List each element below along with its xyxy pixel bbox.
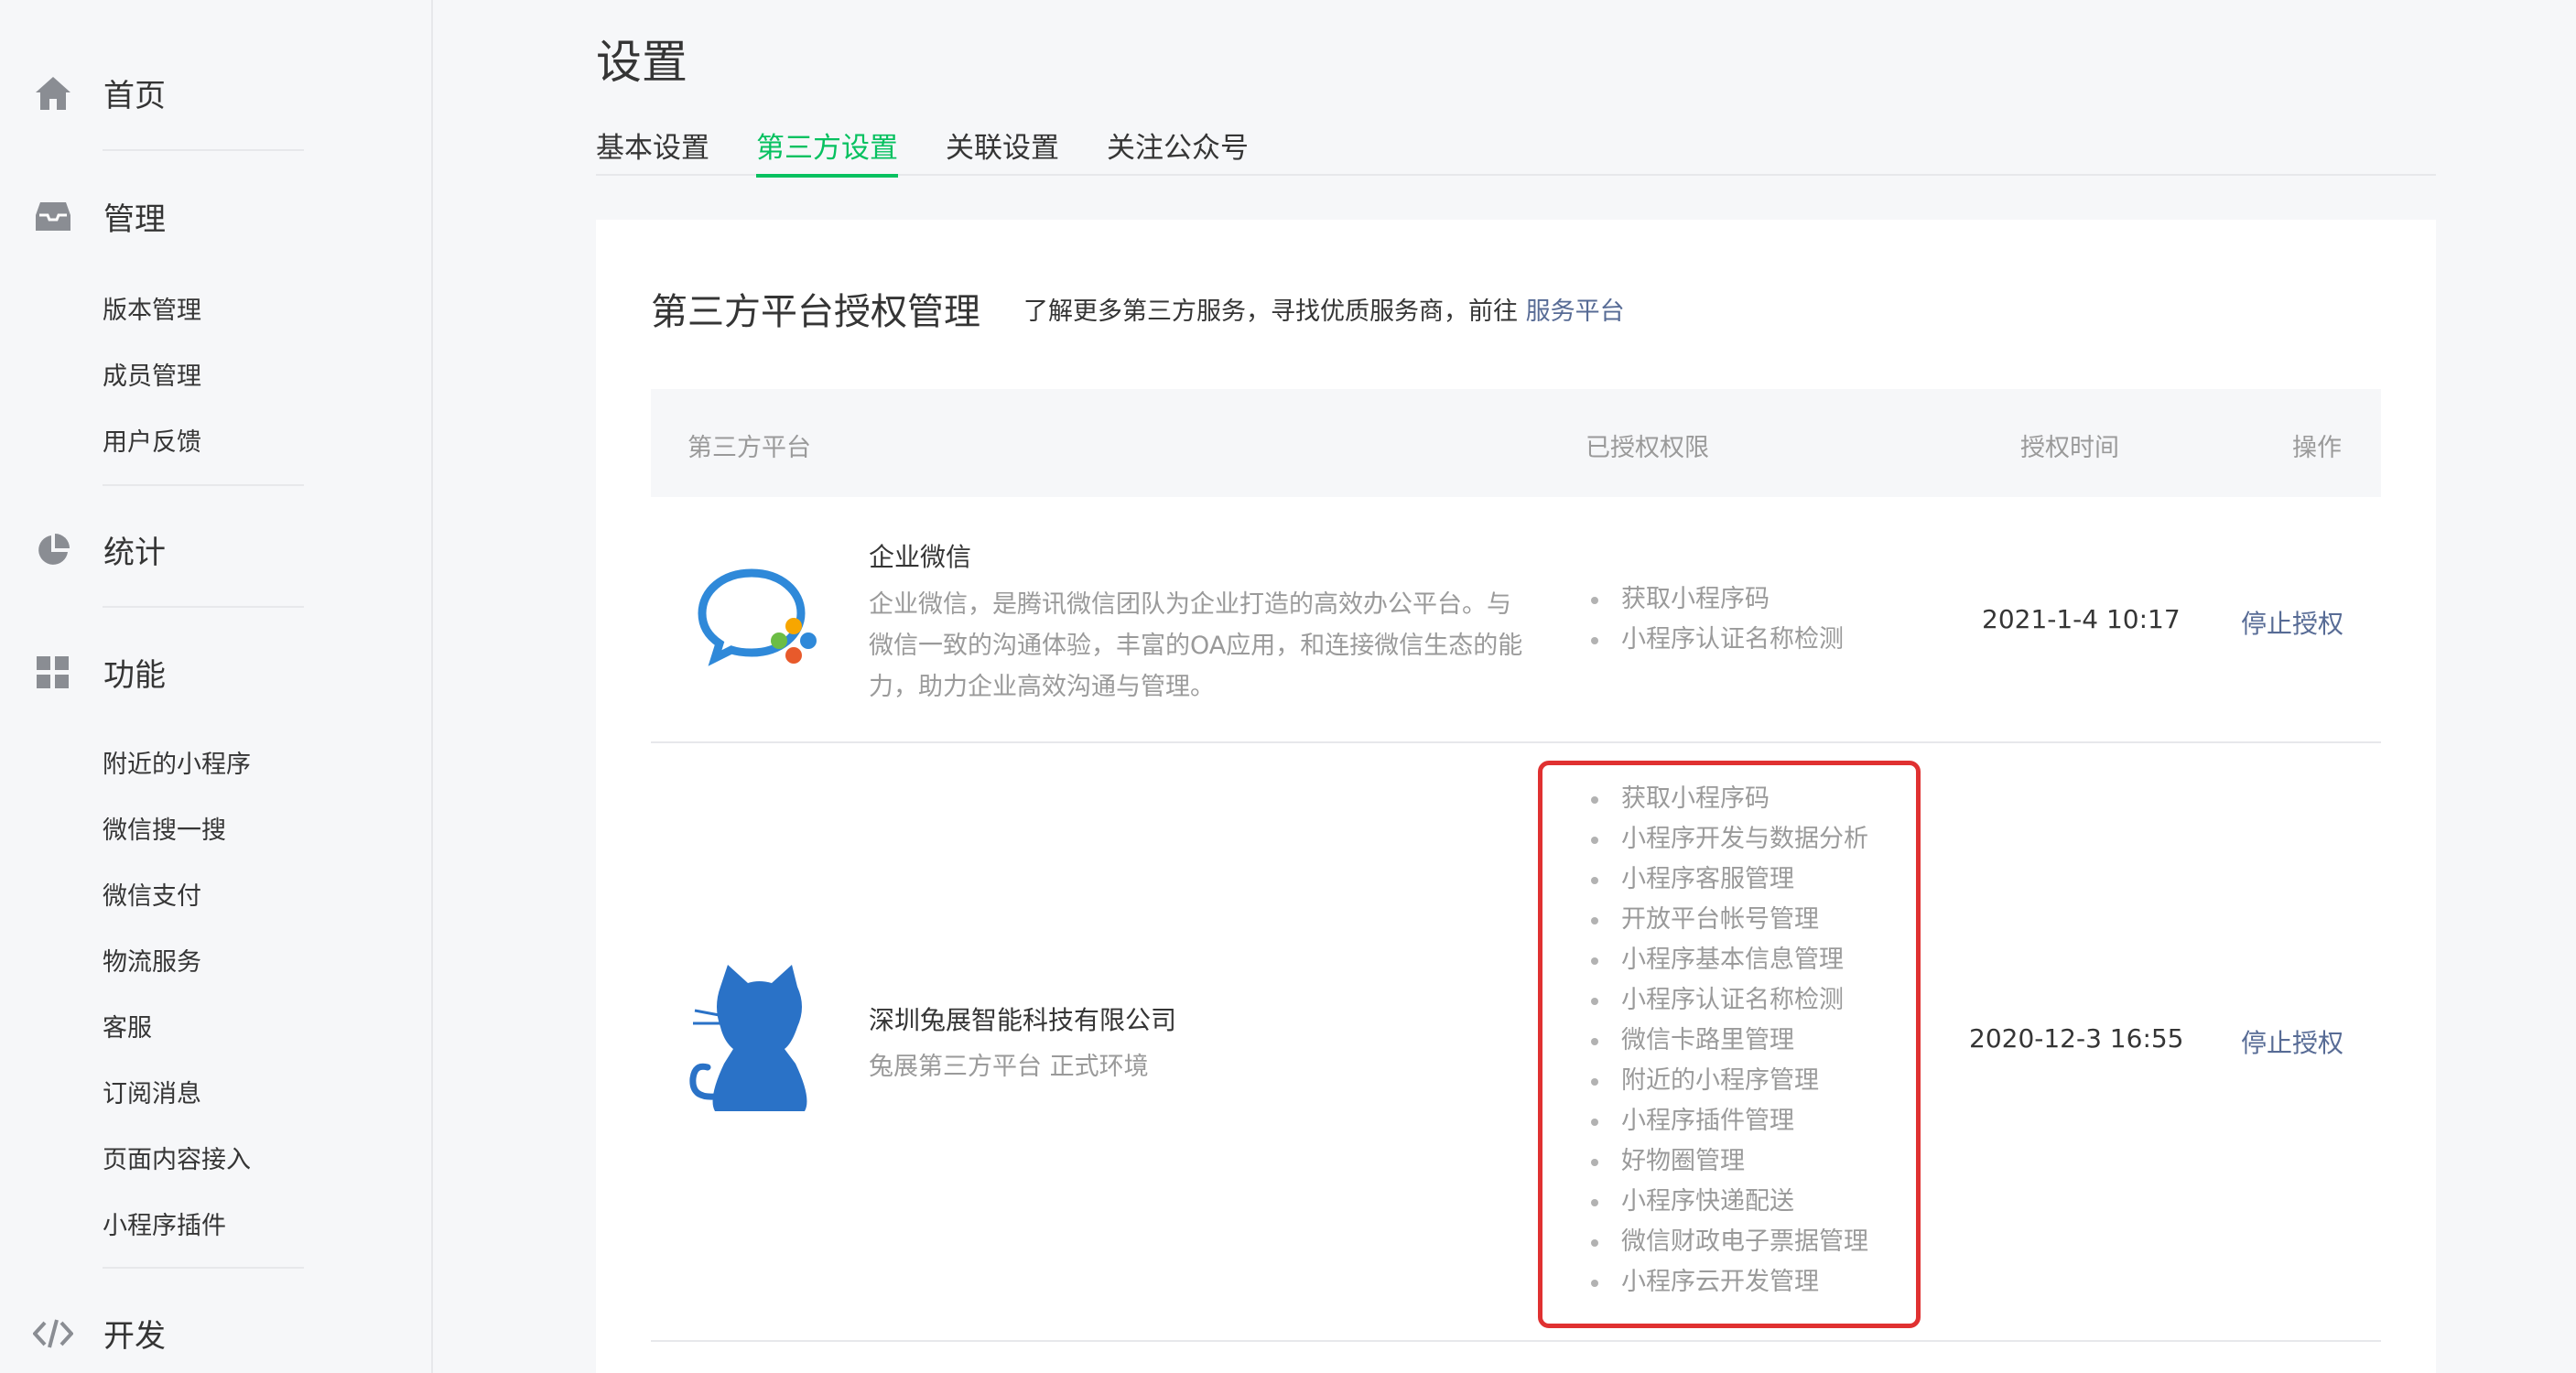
- code-icon: [33, 1314, 73, 1354]
- row1-desc-line: 微信一致的沟通体验，丰富的OA应用，和连接微信生态的能: [869, 632, 1523, 660]
- tab-follow[interactable]: 关注公众号: [1107, 124, 1249, 176]
- perm-item: 微信财政电子票据管理: [1586, 1222, 1868, 1262]
- sidebar-item-feedback[interactable]: 用户反馈: [103, 422, 201, 458]
- nav-home[interactable]: 首页: [33, 70, 166, 115]
- auth-card: 第三方平台授权管理 了解更多第三方服务，寻找优质服务商，前往 服务平台 第三方平…: [596, 220, 2436, 1373]
- nav-dev[interactable]: 开发: [33, 1311, 166, 1356]
- divider: [103, 606, 304, 608]
- sidebar-item-plugin[interactable]: 小程序插件: [103, 1205, 226, 1241]
- tab-related[interactable]: 关联设置: [946, 124, 1059, 176]
- pie-chart-icon: [33, 530, 73, 570]
- perm-item: 获取小程序码: [1586, 779, 1868, 819]
- cat-logo-icon: [684, 961, 830, 1120]
- perm-item: 小程序认证名称检测: [1586, 620, 1844, 660]
- sidebar-item-nearby[interactable]: 附近的小程序: [103, 744, 251, 780]
- divider: [103, 149, 304, 151]
- page-title: 设置: [596, 36, 687, 89]
- th-platform: 第三方平台: [687, 434, 811, 462]
- nav-features-label: 功能: [103, 657, 166, 694]
- row2-desc: 兔展第三方平台 正式环境: [869, 1046, 1149, 1087]
- card-desc: 了解更多第三方服务，寻找优质服务商，前往 服务平台: [1023, 291, 1625, 327]
- row-divider: [651, 741, 2381, 743]
- th-time: 授权时间: [2020, 434, 2119, 462]
- th-perms: 已授权权限: [1586, 434, 1709, 462]
- perm-item: 附近的小程序管理: [1586, 1061, 1868, 1101]
- row1-name: 企业微信: [869, 542, 972, 572]
- divider: [103, 484, 304, 486]
- home-icon: [33, 73, 73, 114]
- row1-perm-list: 获取小程序码 小程序认证名称检测: [1586, 579, 1844, 660]
- inbox-icon: [33, 197, 73, 237]
- tab-basic[interactable]: 基本设置: [596, 124, 709, 176]
- table-header: 第三方平台 已授权权限 授权时间 操作: [651, 389, 2381, 497]
- perm-item: 小程序基本信息管理: [1586, 940, 1868, 980]
- row2-time: 2020-12-3 16:55: [1969, 1023, 2184, 1054]
- nav-stats[interactable]: 统计: [33, 527, 166, 572]
- row2-perm-list: 获取小程序码 小程序开发与数据分析 小程序客服管理 开放平台帐号管理 小程序基本…: [1586, 779, 1868, 1303]
- nav-features[interactable]: 功能: [33, 650, 166, 695]
- perm-item: 小程序插件管理: [1586, 1101, 1868, 1141]
- sidebar-item-service[interactable]: 客服: [103, 1008, 152, 1043]
- row-divider: [651, 1340, 2381, 1342]
- tab-bar: 基本设置 第三方设置 关联设置 关注公众号: [596, 124, 2436, 178]
- row1-stop-auth-button[interactable]: 停止授权: [2241, 604, 2343, 641]
- perm-item: 开放平台帐号管理: [1586, 900, 1868, 940]
- tab-third-party[interactable]: 第三方设置: [756, 124, 898, 178]
- perm-item: 微信卡路里管理: [1586, 1021, 1868, 1061]
- row2-name: 深圳兔展智能科技有限公司: [869, 1005, 1177, 1035]
- perm-item: 获取小程序码: [1586, 579, 1844, 620]
- grid-icon: [33, 653, 73, 693]
- wework-logo-icon: [695, 568, 823, 676]
- sidebar-item-pay[interactable]: 微信支付: [103, 876, 201, 912]
- perm-item: 小程序快递配送: [1586, 1182, 1868, 1222]
- card-desc-text: 了解更多第三方服务，寻找优质服务商，前往: [1023, 297, 1526, 326]
- row1-desc-line: 力，助力企业高效沟通与管理。: [869, 673, 1215, 701]
- perm-item: 小程序云开发管理: [1586, 1262, 1868, 1303]
- perm-item: 好物圈管理: [1586, 1141, 1868, 1182]
- nav-home-label: 首页: [103, 78, 166, 114]
- divider: [103, 1267, 304, 1269]
- sidebar-item-content[interactable]: 页面内容接入: [103, 1140, 251, 1175]
- service-platform-link[interactable]: 服务平台: [1526, 297, 1625, 326]
- sidebar-item-search[interactable]: 微信搜一搜: [103, 810, 226, 846]
- nav-stats-label: 统计: [103, 535, 166, 571]
- sidebar: 首页 管理 版本管理 成员管理 用户反馈 统计 功能 附近的小程序 微信搜一搜 …: [0, 0, 433, 1373]
- sidebar-item-logistics[interactable]: 物流服务: [103, 942, 201, 978]
- perm-item: 小程序客服管理: [1586, 859, 1868, 900]
- row2-stop-auth-button[interactable]: 停止授权: [2241, 1023, 2343, 1060]
- perm-item: 小程序开发与数据分析: [1586, 819, 1868, 859]
- sidebar-item-version[interactable]: 版本管理: [103, 290, 201, 326]
- nav-dev-label: 开发: [103, 1318, 166, 1355]
- row1-time: 2021-1-4 10:17: [1982, 604, 2181, 634]
- nav-manage[interactable]: 管理: [33, 194, 166, 239]
- row1-desc: 企业微信，是腾讯微信团队为企业打造的高效办公平台。与 微信一致的沟通体验，丰富的…: [869, 584, 1522, 708]
- th-op: 操作: [2292, 434, 2342, 462]
- perm-item: 小程序认证名称检测: [1586, 980, 1868, 1021]
- card-title: 第三方平台授权管理: [651, 291, 980, 333]
- sidebar-item-subscribe[interactable]: 订阅消息: [103, 1074, 201, 1109]
- row1-desc-line: 企业微信，是腾讯微信团队为企业打造的高效办公平台。与: [869, 590, 1511, 619]
- sidebar-item-members[interactable]: 成员管理: [103, 356, 201, 392]
- nav-manage-label: 管理: [103, 201, 166, 238]
- row2-desc-line: 兔展第三方平台 正式环境: [869, 1053, 1149, 1081]
